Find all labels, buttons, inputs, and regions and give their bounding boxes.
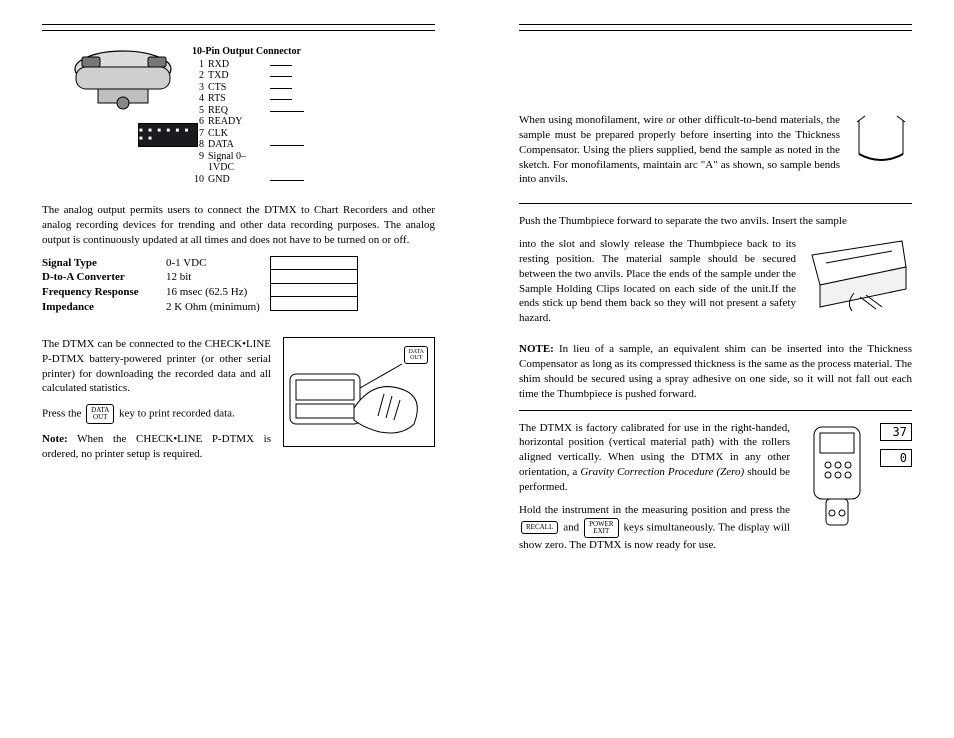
anvil-slot-icon	[806, 237, 912, 315]
lcd-bottom: 0	[880, 449, 912, 467]
page-left: ■ ■ ■ ■ ■ ■ ■ ■ 10-Pin Output Connector …	[0, 0, 477, 738]
printer-section: The DTMX can be connected to the CHECK•L…	[42, 337, 435, 470]
shim-note: NOTE: In lieu of a sample, an equivalent…	[519, 342, 912, 401]
monofilament-paragraph: When using monofilament, wire or other d…	[519, 113, 840, 187]
monofilament-section: When using monofilament, wire or other d…	[519, 113, 912, 195]
spec-table: Signal Type0-1 VDC D-to-A Converter12 bi…	[42, 256, 260, 315]
arc-sketch	[850, 113, 912, 165]
thumbpiece-paragraph: into the slot and slowly release the Thu…	[519, 237, 796, 326]
calibration-section: The DTMX is factory calibrated for use i…	[519, 421, 912, 561]
spec-empty-grid	[270, 256, 358, 306]
slot-figure	[806, 237, 912, 315]
page-rule	[42, 24, 435, 28]
calibration-figure: 37 0	[800, 421, 912, 531]
printer-paragraph: The DTMX can be connected to the CHECK•L…	[42, 337, 271, 396]
power-exit-key: POWER EXIT	[584, 518, 619, 538]
page-rule-thin	[519, 30, 912, 31]
recall-key: RECALL	[521, 521, 558, 534]
page-rule-thin	[42, 30, 435, 31]
pinout-title: 10-Pin Output Connector	[192, 45, 304, 59]
arc-a-icon	[851, 114, 911, 164]
press-line: Press the DATA OUT key to print recorded…	[42, 404, 271, 424]
calibration-paragraph: The DTMX is factory calibrated for use i…	[519, 421, 790, 495]
page-rule	[519, 24, 912, 28]
device-drawing: ■ ■ ■ ■ ■ ■ ■ ■	[68, 45, 180, 185]
data-out-icon: DATA OUT	[404, 346, 428, 364]
hold-instruction: Hold the instrument in the measuring pos…	[519, 503, 790, 553]
thumb-lead: Push the Thumbpiece forward to separate …	[519, 214, 912, 229]
lcd-top: 37	[880, 423, 912, 441]
spec-block: Signal Type0-1 VDC D-to-A Converter12 bi…	[42, 256, 435, 315]
printer-figure: DATA OUT	[283, 337, 435, 447]
printer-note: Note: When the CHECK•LINE P-DTMX is orde…	[42, 432, 271, 462]
connector-device-icon	[68, 45, 180, 115]
page-right: When using monofilament, wire or other d…	[477, 0, 954, 738]
analog-output-paragraph: The analog output permits users to conne…	[42, 203, 435, 248]
data-out-key: DATA OUT	[86, 404, 114, 424]
connector-chip-icon: ■ ■ ■ ■ ■ ■ ■ ■	[138, 123, 198, 147]
thumbpiece-section: into the slot and slowly release the Thu…	[519, 237, 912, 334]
pinout-table: 10-Pin Output Connector 1RXD 2TXD 3CTS 4…	[192, 45, 304, 185]
divider	[519, 410, 912, 411]
connector-figure: ■ ■ ■ ■ ■ ■ ■ ■ 10-Pin Output Connector …	[68, 45, 435, 185]
divider	[519, 203, 912, 204]
